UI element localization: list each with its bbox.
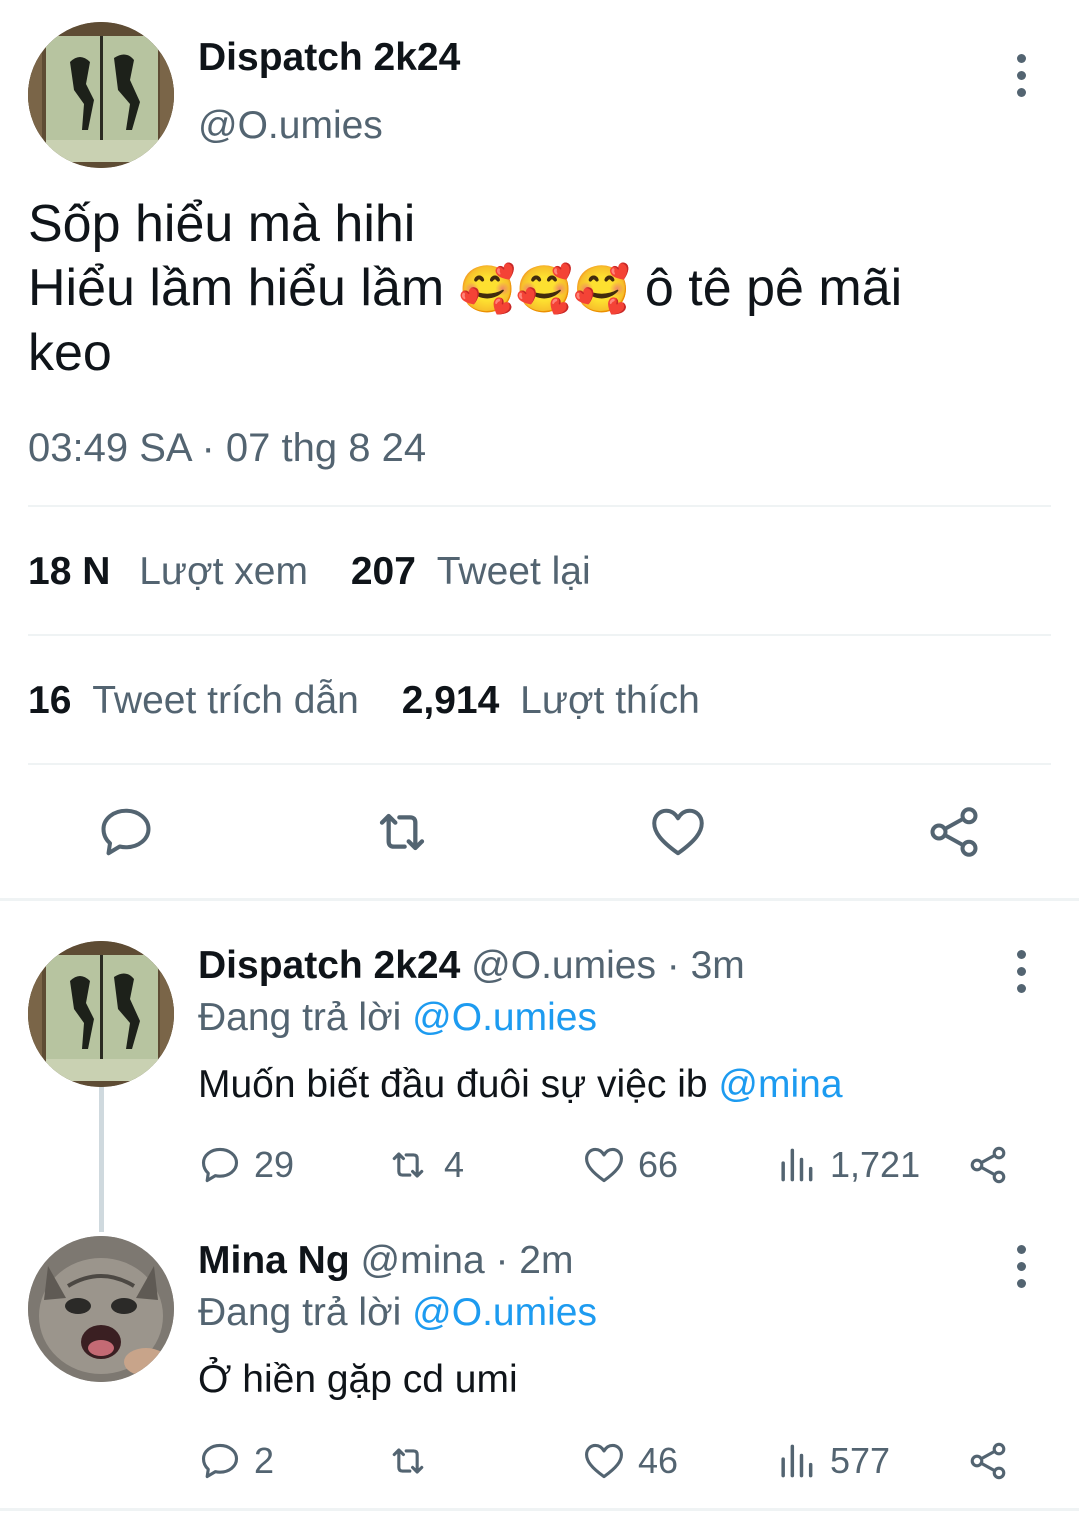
reply-header: Mina Ng @mina · 2m [198, 1239, 573, 1283]
reply-action-reply[interactable]: 29 [198, 1143, 294, 1187]
divider [28, 763, 1051, 765]
bar-chart-icon [781, 1148, 813, 1182]
reply-button[interactable] [94, 800, 158, 864]
reply-action-reply[interactable]: 2 [198, 1439, 274, 1483]
retweet-button[interactable] [370, 800, 434, 864]
tweet-text-line-1: Sốp hiểu mà hihi [28, 195, 416, 253]
reply-text: Ở hiền gặp cd umi [198, 1358, 518, 1401]
replying-to-link[interactable]: @O.umies [412, 1291, 597, 1334]
reply-count: 2 [254, 1440, 275, 1481]
more-options-icon[interactable] [1013, 1245, 1029, 1288]
tweet-timestamp[interactable]: 03:49 SA · 07 thg 8 24 [28, 426, 426, 471]
toilet-sign-image [28, 941, 174, 1087]
likes-label[interactable]: Lượt thích [520, 679, 700, 722]
replying-prefix: Đang trả lời [198, 1291, 402, 1334]
section-divider [0, 898, 1079, 901]
mention-link[interactable]: @mina [718, 1063, 842, 1106]
reply-action-like[interactable]: 66 [582, 1143, 678, 1187]
share-nodes-icon [930, 807, 978, 857]
more-options-icon[interactable] [1013, 54, 1029, 97]
reply-handle-time[interactable]: @O.umies · 3m [471, 944, 745, 987]
heart-icon [585, 1443, 623, 1479]
reply-action-share[interactable] [966, 1439, 1010, 1483]
more-options-icon[interactable] [1013, 950, 1029, 993]
retweet-arrows-icon [392, 1448, 424, 1474]
stats-row-1: 18 N Lượt xem 207 Tweet lại [28, 550, 591, 594]
reply-author-name[interactable]: Dispatch 2k24 [198, 944, 460, 987]
tweet-text-line-2-suffix: ô tê pê mãi [644, 259, 903, 317]
author-handle[interactable]: @O.umies [198, 104, 383, 148]
retweets-label[interactable]: Tweet lại [437, 550, 591, 593]
retweet-arrows-icon [379, 813, 425, 851]
speech-bubble-icon [101, 808, 151, 856]
share-nodes-icon [970, 1442, 1006, 1480]
reply-avatar[interactable] [28, 941, 174, 1087]
reply-action-retweet[interactable] [384, 1439, 444, 1483]
reply-author-name[interactable]: Mina Ng [198, 1239, 350, 1282]
views-count: 18 N [28, 550, 111, 593]
retweet-arrows-icon [392, 1152, 424, 1178]
like-button[interactable] [646, 800, 710, 864]
thread-connector-line [99, 1080, 104, 1232]
replying-to: Đang trả lời @O.umies [198, 996, 597, 1040]
tweet-text-line-2-prefix: Hiểu lầm hiểu lầm [28, 259, 445, 317]
reply-text: Muốn biết đầu đuôi sự việc ib @mina [198, 1063, 843, 1107]
like-count: 46 [638, 1440, 679, 1481]
reply-action-like[interactable]: 46 [582, 1439, 678, 1483]
view-count: 577 [830, 1440, 891, 1481]
stats-row-2: 16 Tweet trích dẫn 2,914 Lượt thích [28, 679, 700, 723]
retweets-count[interactable]: 207 [351, 550, 416, 593]
replying-to-link[interactable]: @O.umies [412, 996, 597, 1039]
likes-count[interactable]: 2,914 [402, 679, 500, 722]
smiling-hearts-emoji: 🥰🥰🥰 [458, 263, 631, 315]
tweet-text-line-2: Hiểu lầm hiểu lầm 🥰🥰🥰 ô tê pê mãi [28, 256, 902, 321]
heart-icon [585, 1147, 623, 1183]
reply-text-body: Muốn biết đầu đuôi sự việc ib [198, 1063, 708, 1106]
divider [28, 634, 1051, 636]
tweet-text: Sốp hiểu mà hihi Hiểu lầm hiểu lầm 🥰🥰🥰 ô… [28, 192, 902, 385]
speech-bubble-icon [201, 1443, 239, 1479]
retweet-count: 4 [444, 1144, 465, 1185]
divider [28, 505, 1051, 507]
views-label: Lượt xem [139, 550, 308, 593]
share-button[interactable] [922, 800, 986, 864]
reply-action-views[interactable]: 577 [774, 1439, 890, 1483]
reply-action-views[interactable]: 1,721 [774, 1143, 920, 1187]
like-count: 66 [638, 1144, 679, 1185]
speech-bubble-icon [201, 1147, 239, 1183]
quotes-label[interactable]: Tweet trích dẫn [92, 679, 359, 722]
tweet-text-line-3: keo [28, 324, 112, 382]
reply-count: 29 [254, 1144, 295, 1185]
heart-icon [652, 808, 704, 856]
reply-action-retweet[interactable]: 4 [384, 1143, 464, 1187]
author-name[interactable]: Dispatch 2k24 [198, 36, 460, 80]
replying-prefix: Đang trả lời [198, 996, 402, 1039]
reply-avatar[interactable] [28, 1236, 174, 1382]
reply-handle-time[interactable]: @mina · 2m [361, 1239, 574, 1282]
bar-chart-icon [781, 1444, 813, 1478]
reply-action-share[interactable] [966, 1143, 1010, 1187]
section-divider [0, 1508, 1079, 1511]
share-nodes-icon [970, 1146, 1006, 1184]
view-count: 1,721 [830, 1144, 921, 1185]
toilet-sign-image [28, 22, 174, 168]
quotes-count[interactable]: 16 [28, 679, 71, 722]
reply-header: Dispatch 2k24 @O.umies · 3m [198, 944, 745, 988]
replying-to: Đang trả lời @O.umies [198, 1291, 597, 1335]
kitten-photo-image [28, 1236, 174, 1382]
author-avatar[interactable] [28, 22, 174, 168]
